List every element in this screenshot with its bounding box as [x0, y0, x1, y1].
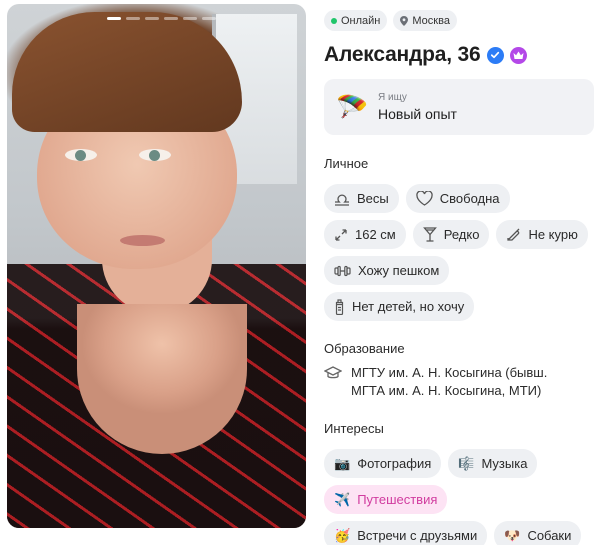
premium-crown-icon[interactable] [509, 46, 527, 64]
chip-label: Собаки [527, 528, 572, 543]
name-row: Александра, 36 [324, 43, 594, 67]
seeking-text: Я ищу Новый опыт [378, 92, 457, 122]
interests-chips: 📷 Фотография 🎼 Музыка ✈️ Путешествия 🥳 В… [324, 449, 596, 545]
seeking-value: Новый опыт [378, 106, 457, 122]
photo-indicator[interactable] [126, 17, 140, 20]
chip-label: Хожу пешком [358, 263, 440, 278]
chip-children: Нет детей, но хочу [324, 292, 475, 321]
chip-smoking: Не курю [496, 220, 588, 249]
online-badge: Онлайн [324, 10, 388, 31]
graduation-cap-icon [324, 366, 342, 379]
heart-icon [416, 191, 433, 206]
dog-icon: 🐶 [504, 527, 521, 543]
chip-label: Весы [357, 191, 389, 206]
chip-label: Не курю [528, 227, 578, 242]
chip-label: Встречи с друзьями [357, 528, 478, 543]
chip-zodiac: Весы [324, 184, 399, 213]
education-line-2: МГТА им. А. Н. Косыгина, МТИ) [351, 383, 542, 398]
interests-title: Интересы [324, 421, 384, 436]
parachute-icon: 🪂 [336, 92, 369, 122]
chip-interest-dogs[interactable]: 🐶 Собаки [494, 521, 582, 545]
verified-check-icon[interactable] [486, 46, 504, 64]
photo-indicator[interactable] [183, 17, 197, 20]
education-title: Образование [324, 341, 405, 356]
personal-title: Личное [324, 156, 369, 171]
education-line-1: МГТУ им. А. Н. Косыгина (бывш. [351, 365, 548, 380]
baby-bottle-icon [335, 298, 344, 315]
chip-label: Путешествия [357, 492, 438, 507]
education-entry: МГТУ им. А. Н. Косыгина (бывш. МГТА им. … [324, 364, 594, 400]
photo-eye-right [139, 149, 171, 161]
photo-eye-left [65, 149, 97, 161]
no-smoking-icon [507, 228, 520, 241]
education-text: МГТУ им. А. Н. Косыгина (бывш. МГТА им. … [351, 364, 547, 400]
airplane-icon: ✈️ [334, 491, 351, 507]
zodiac-libra-icon [335, 194, 349, 206]
city-badge: Москва [393, 10, 457, 31]
glass-icon [422, 227, 437, 242]
chip-label: Фотография [357, 456, 432, 471]
photo-indicator[interactable] [145, 17, 159, 20]
chip-interest-friends[interactable]: 🥳 Встречи с друзьями [324, 521, 488, 545]
chip-label: Музыка [481, 456, 528, 471]
chip-label: Нет детей, но хочу [352, 299, 465, 314]
location-pin-icon [400, 15, 409, 26]
height-arrows-icon [335, 228, 347, 241]
chip-interest-photography[interactable]: 📷 Фотография [324, 449, 442, 478]
photo-mouth [120, 235, 165, 246]
chip-interest-music[interactable]: 🎼 Музыка [448, 449, 538, 478]
profile-name: Александра, 36 [324, 43, 481, 66]
camera-icon: 📷 [334, 455, 351, 471]
photo-indicator[interactable] [164, 17, 178, 20]
music-score-icon: 🎼 [458, 455, 475, 471]
chip-label: 162 см [355, 227, 396, 242]
chip-sport: Хожу пешком [324, 256, 450, 285]
profile-photo[interactable] [7, 4, 306, 528]
dumbbell-icon [334, 265, 351, 276]
online-label: Онлайн [341, 14, 381, 27]
status-row: Онлайн Москва [324, 10, 594, 31]
profile-info: Онлайн Москва Александра, 36 🪂 Я ищу Нов… [324, 10, 594, 545]
chip-label: Редко [443, 227, 480, 242]
photo-indicator[interactable] [202, 17, 216, 20]
city-label: Москва [412, 14, 450, 27]
seeking-card: 🪂 Я ищу Новый опыт [324, 79, 594, 135]
photo-indicators [107, 17, 216, 20]
chip-height: 162 см [324, 220, 406, 249]
online-dot-icon [331, 17, 337, 24]
personal-chips: Весы Свободна 162 см Редко Не курю Хожу … [324, 184, 596, 321]
party-face-icon: 🥳 [334, 527, 351, 543]
chip-alcohol: Редко [412, 220, 490, 249]
chip-interest-travel[interactable]: ✈️ Путешествия [324, 485, 448, 514]
chip-relationship: Свободна [405, 184, 510, 213]
photo-indicator[interactable] [107, 17, 121, 20]
seeking-label: Я ищу [378, 92, 407, 103]
chip-label: Свободна [439, 191, 500, 206]
photo-hair [12, 12, 242, 132]
